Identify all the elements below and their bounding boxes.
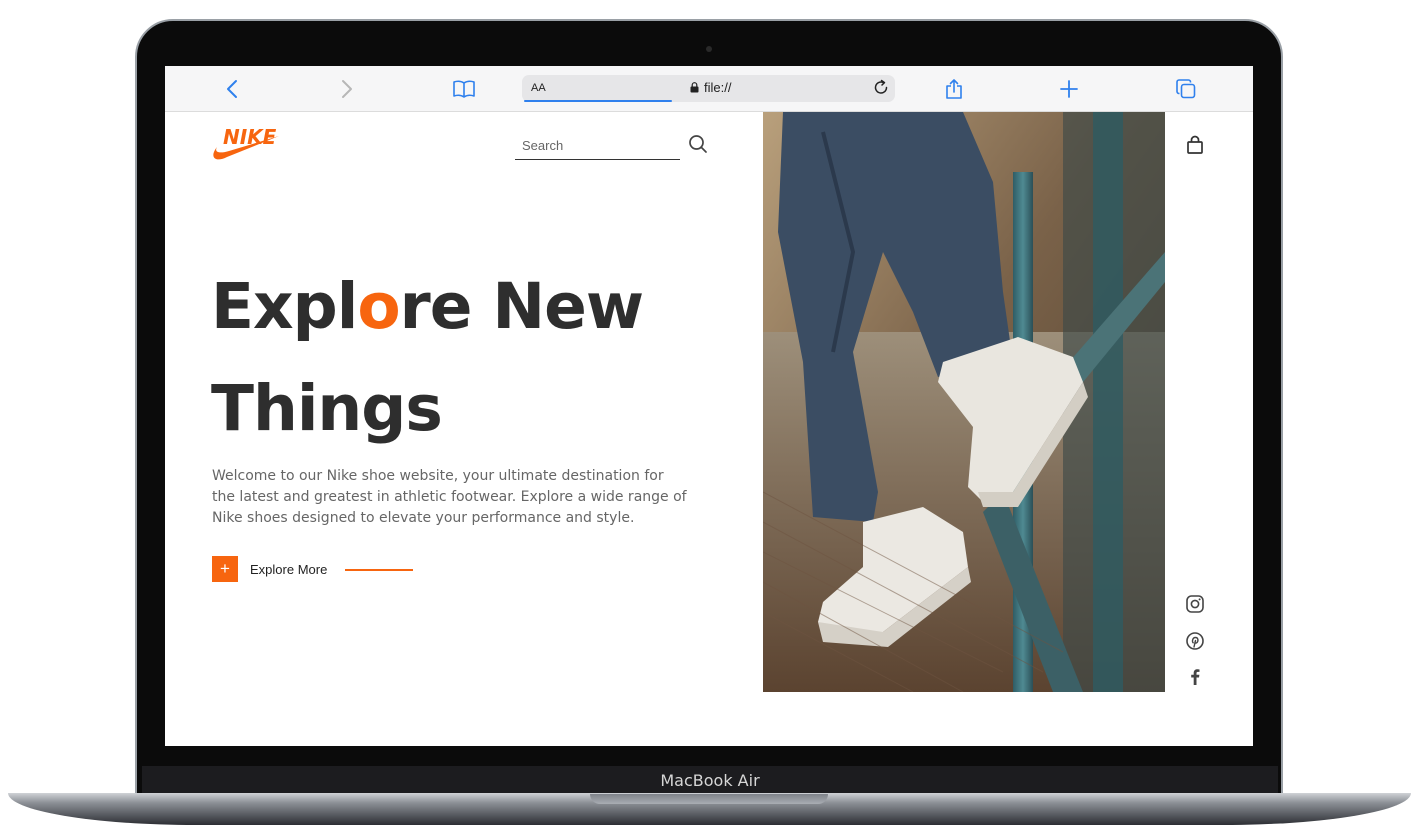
url-display: file:// [690,80,731,95]
hero-headline: Explore New Things [211,256,644,460]
browser-toolbar: AA file:// [165,66,1253,112]
chevron-left-icon [227,80,237,98]
reload-icon [874,79,888,94]
tabs-overview-icon [1176,79,1196,99]
explore-more-button[interactable]: + [212,556,238,582]
book-icon [453,80,475,98]
chevron-right-icon [342,80,352,98]
reload-button[interactable] [871,78,891,98]
camera-dot [706,46,712,52]
instagram-icon [1186,595,1204,613]
headline-accent-letter: o [357,270,400,343]
laptop-hinge-notch [590,794,828,804]
pinterest-icon [1186,632,1204,650]
shopping-bag-icon [1187,135,1203,154]
hero-image [763,112,1165,692]
tabs-button[interactable] [1174,77,1198,101]
back-button[interactable] [220,77,244,101]
hero-description: Welcome to our Nike shoe website, your u… [212,468,687,526]
lock-icon [690,82,699,93]
facebook-icon [1191,669,1200,685]
headline-line2: Things [211,372,443,445]
share-icon [946,79,962,99]
url-text: file:// [704,80,732,95]
cart-button[interactable] [1184,134,1206,156]
headline-part2: re New [399,270,644,343]
explore-more-label[interactable]: Explore More [250,562,327,577]
headline-part1: Expl [211,270,358,343]
share-button[interactable] [942,77,966,101]
search-icon [689,135,707,153]
device-label: MacBook Air [660,771,760,790]
new-tab-button[interactable] [1057,77,1081,101]
forward-button[interactable] [335,77,359,101]
facebook-link[interactable] [1184,666,1206,688]
sneaker-photo [763,112,1165,692]
explore-more-underline [345,569,413,571]
browser-screen: AA file:// NIKE Search Explore New Thing… [165,66,1253,746]
nike-logo[interactable]: NIKE [211,123,281,163]
address-bar[interactable]: AA file:// [522,75,895,102]
search-input[interactable] [515,132,675,158]
search-box [515,132,680,160]
laptop-chin: MacBook Air [142,766,1278,796]
plus-icon [1060,80,1078,98]
search-button[interactable] [687,133,709,155]
pinterest-link[interactable] [1184,630,1206,652]
plus-icon: + [220,559,230,578]
bookmarks-button[interactable] [452,77,476,101]
instagram-link[interactable] [1184,593,1206,615]
reader-aa-button[interactable]: AA [531,82,546,94]
load-progress [524,100,672,102]
nike-swoosh-logo: NIKE [213,125,279,160]
